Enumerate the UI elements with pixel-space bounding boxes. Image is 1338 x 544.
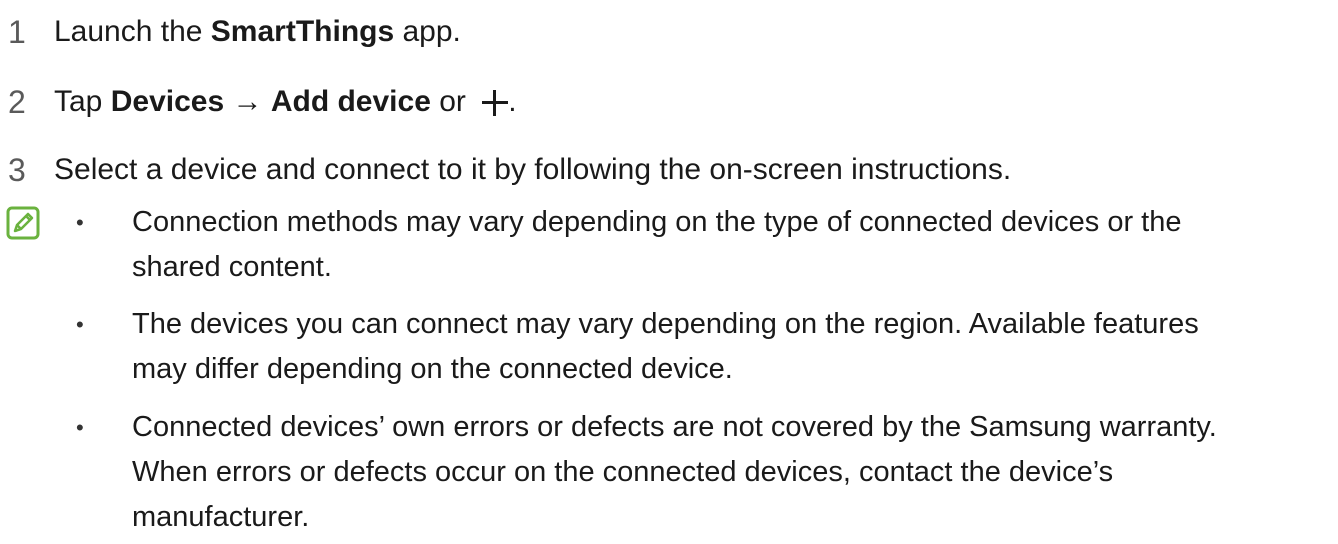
step-text-end: . bbox=[508, 85, 517, 118]
plus-icon bbox=[482, 90, 509, 117]
add-device-label: Add device bbox=[270, 85, 431, 118]
step-text-prefix: Launch the bbox=[54, 15, 211, 48]
step-text: Tap Devices → Add device or . bbox=[54, 85, 517, 119]
step-2: 2 Tap Devices → Add device or . bbox=[8, 78, 517, 126]
bullet-marker: • bbox=[76, 210, 84, 235]
step-text-prefix: Tap bbox=[54, 85, 111, 118]
bullet-marker: • bbox=[76, 415, 84, 440]
step-3: 3 Select a device and connect to it by f… bbox=[8, 146, 1011, 194]
or-text: or bbox=[430, 85, 475, 118]
step-text: Select a device and connect to it by fol… bbox=[54, 153, 1012, 186]
devices-menu-label: Devices bbox=[110, 85, 225, 118]
bullet-line: may differ depending on the connected de… bbox=[132, 353, 733, 385]
step-text: Launch the SmartThings app. bbox=[54, 15, 461, 49]
step-1: 1 Launch the SmartThings app. bbox=[8, 8, 461, 56]
bullet-line: Connection methods may vary depending on… bbox=[132, 206, 1182, 238]
manual-page: 1 Launch the SmartThings app. 2 Tap Devi… bbox=[0, 0, 1338, 544]
bullet-text: Connection methods may vary depending on… bbox=[132, 200, 1312, 290]
bullet-line: shared content. bbox=[132, 251, 332, 283]
bullet-text: The devices you can connect may vary dep… bbox=[132, 302, 1312, 392]
bullet-line: manufacturer. bbox=[132, 501, 310, 533]
arrow-separator: → bbox=[224, 85, 271, 118]
bullet-line: Connected devices’ own errors or defects… bbox=[132, 411, 1217, 443]
bullet-line: When errors or defects occur on the conn… bbox=[132, 456, 1114, 488]
note-pencil-icon bbox=[6, 206, 40, 240]
bullet-marker: • bbox=[76, 312, 84, 337]
app-name: SmartThings bbox=[210, 15, 395, 48]
bullet-text: Connected devices’ own errors or defects… bbox=[132, 405, 1312, 540]
step-number: 3 bbox=[8, 151, 26, 188]
step-number: 1 bbox=[8, 13, 26, 50]
bullet-line: The devices you can connect may vary dep… bbox=[132, 308, 1199, 340]
step-number: 2 bbox=[8, 83, 26, 120]
step-text-suffix: app. bbox=[394, 15, 461, 48]
